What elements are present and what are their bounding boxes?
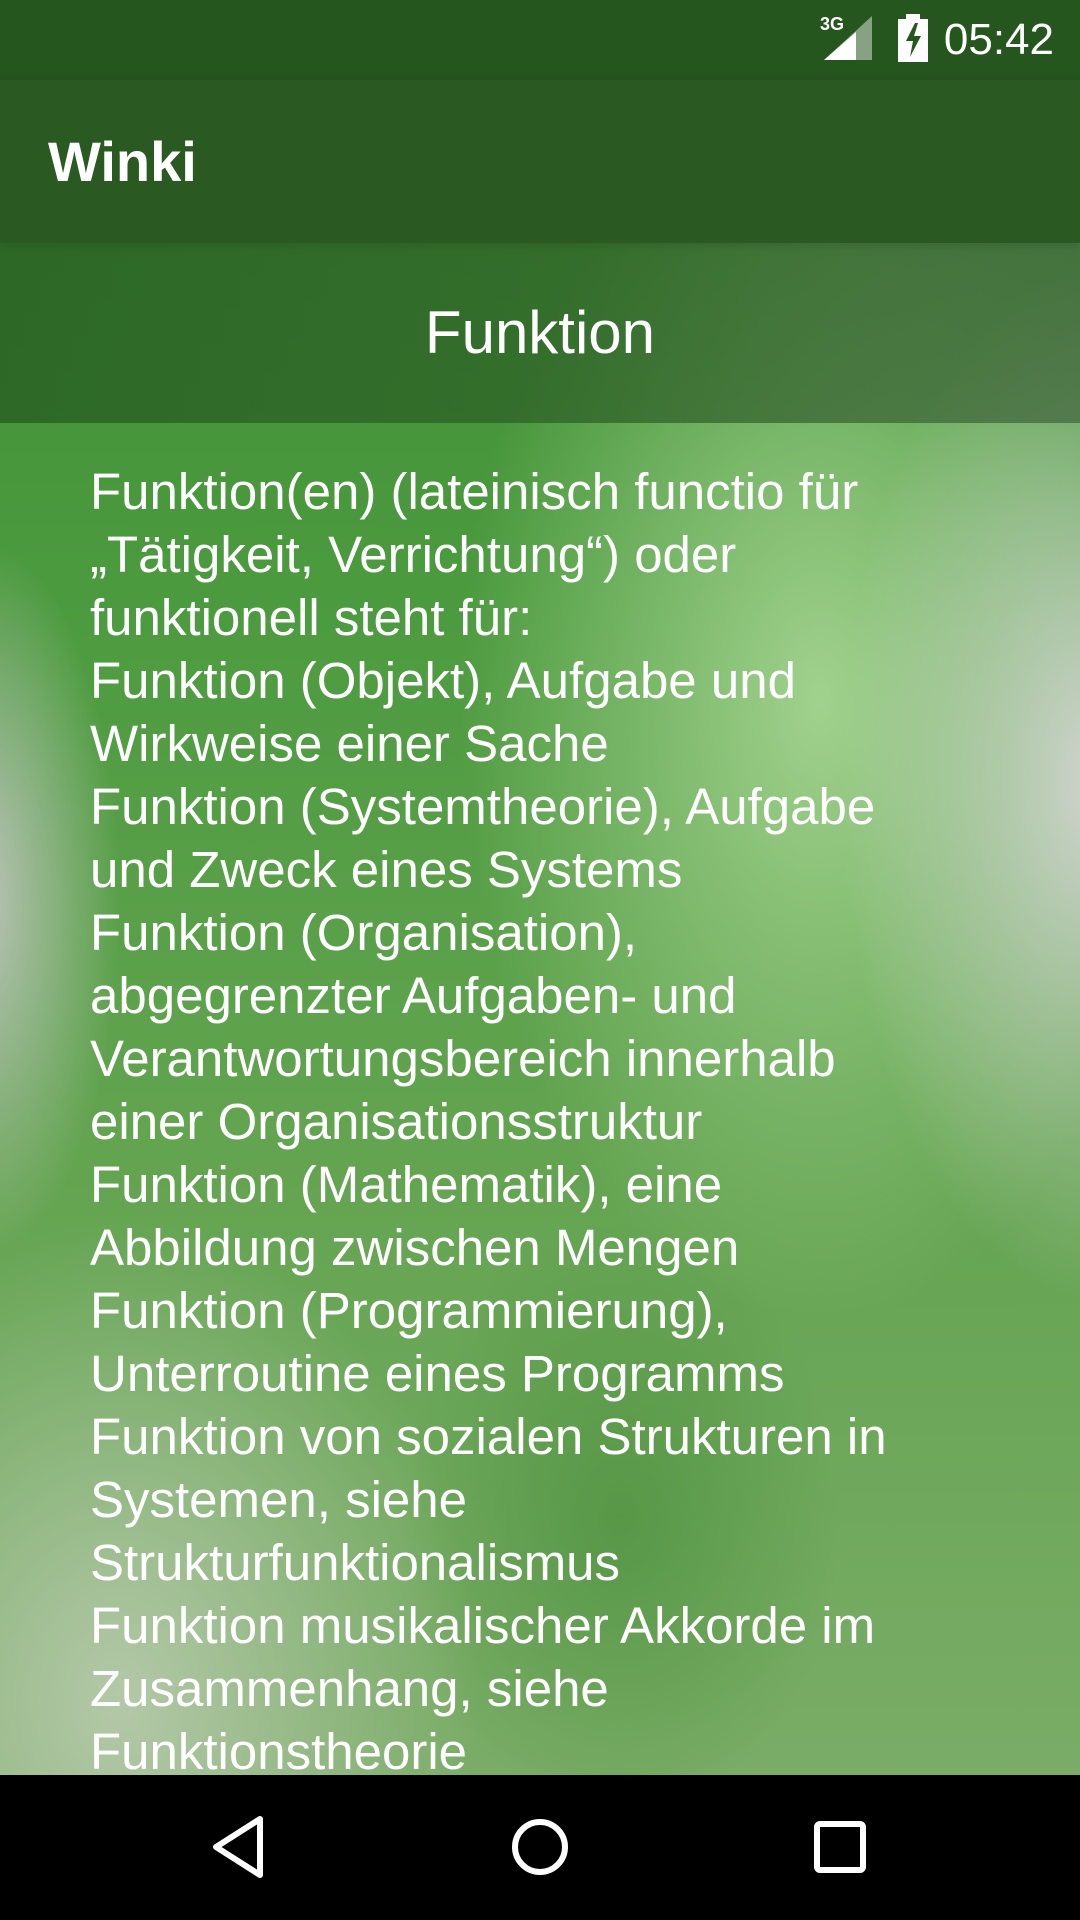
network-type-label: 3G xyxy=(820,14,845,34)
article-line: Unterroutine eines Programms xyxy=(90,1345,785,1402)
article-line: Funktion (Objekt), Aufgabe und xyxy=(90,652,796,709)
article-line: Funktionstheorie xyxy=(90,1723,468,1775)
app-title: Winki xyxy=(48,130,197,193)
battery-charging-icon xyxy=(898,14,928,62)
article-line: Systemen, siehe xyxy=(90,1471,468,1528)
article-header: Funktion xyxy=(0,243,1080,423)
article-line: Funktion (Mathematik), eine xyxy=(90,1156,723,1213)
home-circle-icon[interactable] xyxy=(500,1807,580,1887)
article-line: Zusammenhang, siehe xyxy=(90,1660,609,1717)
article-line: Funktion(en) (lateinisch functio für xyxy=(90,463,859,520)
article-line: Wirkweise einer Sache xyxy=(90,715,609,772)
article-line: Strukturfunktionalismus xyxy=(90,1534,621,1591)
article-line: Funktion musikalischer Akkorde im xyxy=(90,1597,876,1654)
article-line: und Zweck eines Systems xyxy=(90,841,683,898)
article-content[interactable]: Funktion(en) (lateinisch functio für „Tä… xyxy=(90,460,990,1775)
article-line: Funktion (Programmierung), xyxy=(90,1282,728,1339)
status-bar: 3G 05:42 xyxy=(0,0,1080,80)
article-title: Funktion xyxy=(424,299,656,366)
app-toolbar: Winki xyxy=(0,80,1080,243)
article-line: funktionell steht für: xyxy=(90,589,533,646)
recents-square-icon[interactable] xyxy=(800,1807,880,1887)
navigation-bar xyxy=(0,1775,1080,1920)
article-line: Funktion (Systemtheorie), Aufgabe xyxy=(90,778,876,835)
article-line: Funktion von sozialen Strukturen in xyxy=(90,1408,887,1465)
article-line: einer Organisationsstruktur xyxy=(90,1093,703,1150)
article-line: Funktion (Organisation), xyxy=(90,904,638,961)
article-line: Abbildung zwischen Mengen xyxy=(90,1219,740,1276)
status-time: 05:42 xyxy=(943,15,1054,64)
article-line: Verantwortungsbereich innerhalb xyxy=(90,1030,836,1087)
article-line: abgegrenzter Aufgaben- und xyxy=(90,967,737,1024)
article-line: „Tätigkeit, Verrichtung“) oder xyxy=(90,526,737,583)
back-triangle-icon[interactable] xyxy=(200,1807,280,1887)
